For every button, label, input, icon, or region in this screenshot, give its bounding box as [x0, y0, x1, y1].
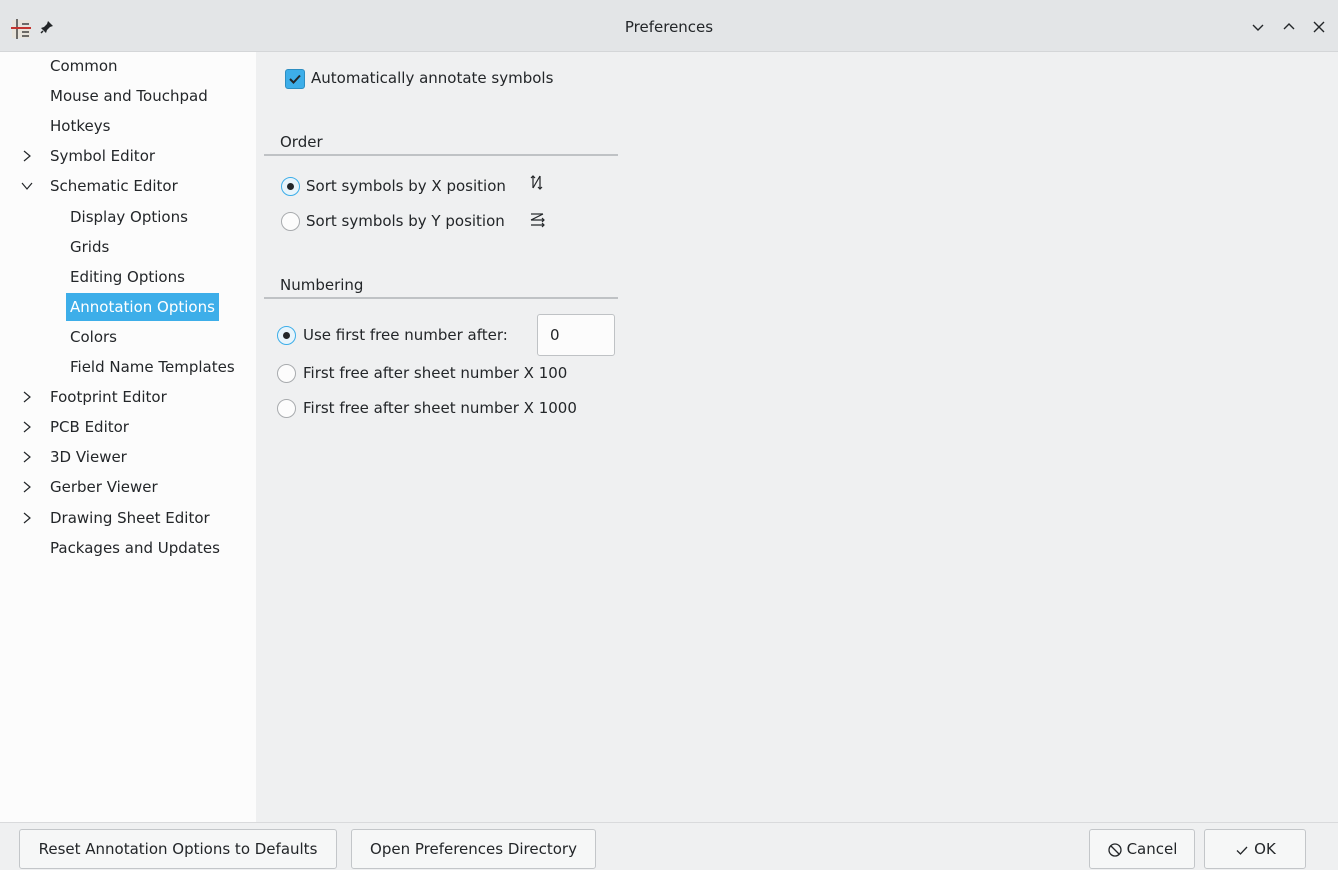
numbering-section-title: Numbering [280, 276, 364, 294]
cancel-button-label: Cancel [1126, 840, 1178, 858]
check-icon [1236, 846, 1248, 855]
sidebar-item-display-options[interactable]: Display Options [66, 203, 192, 231]
close-button[interactable] [1311, 19, 1327, 35]
sheet-x1000-label: First free after sheet number X 1000 [303, 399, 577, 417]
chevron-right-icon[interactable] [20, 420, 34, 434]
sheet-x1000-radio[interactable] [277, 399, 296, 418]
sidebar-item-schematic-editor[interactable]: Schematic Editor [46, 172, 182, 200]
sheet-x100-label: First free after sheet number X 100 [303, 364, 568, 382]
sort-y-radio[interactable] [281, 212, 300, 231]
auto-annotate-label: Automatically annotate symbols [311, 69, 554, 87]
sort-x-icon [530, 173, 550, 193]
open-preferences-directory-button[interactable]: Open Preferences Directory [351, 829, 596, 869]
ok-button[interactable]: OK [1204, 829, 1306, 869]
sort-y-icon [528, 210, 548, 230]
first-free-radio[interactable] [277, 326, 296, 345]
chevron-right-icon[interactable] [20, 480, 34, 494]
sidebar-item-hotkeys[interactable]: Hotkeys [46, 112, 114, 140]
sidebar-item-grids[interactable]: Grids [66, 233, 113, 261]
preferences-tree[interactable]: Common Mouse and Touchpad Hotkeys Symbol Ed… [0, 52, 256, 822]
chevron-down-icon [1252, 24, 1264, 31]
first-free-number-input[interactable]: 0 [537, 314, 615, 356]
sidebar-item-editing-options[interactable]: Editing Options [66, 263, 189, 291]
dialog-button-bar: Reset Annotation Options to Defaults Ope… [0, 822, 1338, 870]
sidebar-item-drawing-sheet-editor[interactable]: Drawing Sheet Editor [46, 504, 214, 532]
sidebar-item-packages-and-updates[interactable]: Packages and Updates [46, 534, 224, 562]
check-icon [289, 74, 301, 84]
chevron-right-icon[interactable] [20, 450, 34, 464]
sidebar-item-symbol-editor[interactable]: Symbol Editor [46, 142, 159, 170]
window-title: Preferences [624, 18, 714, 36]
sort-x-label: Sort symbols by X position [306, 177, 506, 195]
first-free-label: Use first free number after: [303, 326, 508, 344]
maximize-button[interactable] [1281, 19, 1297, 35]
sidebar-item-3d-viewer[interactable]: 3D Viewer [46, 443, 131, 471]
chevron-right-icon[interactable] [20, 390, 34, 404]
sort-y-label: Sort symbols by Y position [306, 212, 505, 230]
chevron-up-icon [1283, 23, 1295, 30]
chevron-right-icon[interactable] [20, 511, 34, 525]
sidebar-item-footprint-editor[interactable]: Footprint Editor [46, 383, 171, 411]
close-icon [1313, 21, 1325, 33]
chevron-down-icon[interactable] [20, 179, 34, 193]
cancel-button[interactable]: Cancel [1089, 829, 1195, 869]
ok-button-label: OK [1254, 840, 1276, 858]
sidebar-item-colors[interactable]: Colors [66, 323, 121, 351]
sidebar-item-mouse-and-touchpad[interactable]: Mouse and Touchpad [46, 82, 212, 110]
reset-defaults-button[interactable]: Reset Annotation Options to Defaults [19, 829, 337, 869]
title-bar: Preferences [0, 0, 1338, 52]
sidebar-item-annotation-options[interactable]: Annotation Options [66, 293, 219, 321]
minimize-button[interactable] [1250, 19, 1266, 35]
sort-x-radio[interactable] [281, 177, 300, 196]
numbering-section-divider [264, 297, 618, 299]
sidebar-item-common[interactable]: Common [46, 52, 122, 80]
sidebar-item-pcb-editor[interactable]: PCB Editor [46, 413, 133, 441]
cancel-icon [1107, 842, 1122, 857]
auto-annotate-checkbox[interactable] [285, 69, 305, 89]
order-section-divider [264, 154, 618, 156]
order-section-title: Order [280, 133, 323, 151]
chevron-right-icon[interactable] [20, 149, 34, 163]
annotation-options-panel: Automatically annotate symbols Order Sor… [256, 52, 1338, 822]
sidebar-item-gerber-viewer[interactable]: Gerber Viewer [46, 473, 162, 501]
sidebar-item-field-name-templates[interactable]: Field Name Templates [66, 353, 239, 381]
sheet-x100-radio[interactable] [277, 364, 296, 383]
